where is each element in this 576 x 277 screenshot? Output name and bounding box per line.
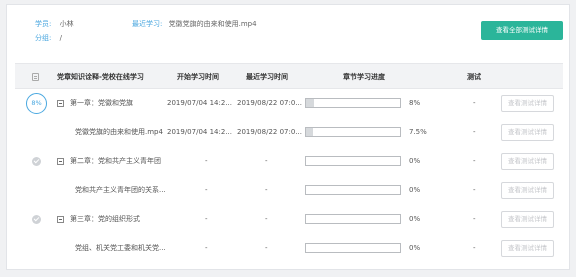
group-info: 分组: / (35, 33, 62, 43)
progress-percent: 7.5% (409, 128, 427, 136)
progress-bar (305, 98, 401, 108)
progress-bar (305, 214, 401, 224)
table-row: 第三章：党的组织形式 - - 0% - 查看测试详情 (15, 205, 563, 234)
view-test-detail-button[interactable]: 查看测试详情 (501, 240, 554, 257)
recent-time: - (265, 157, 268, 165)
collapse-toggle-icon[interactable] (57, 158, 64, 165)
progress-bar (305, 156, 401, 166)
view-test-detail-button[interactable]: 查看测试详情 (501, 124, 554, 141)
chapter-table: 党章知识诠释-党校在线学习 开始学习时间 最近学习时间 章节学习进度 测试 8%… (15, 63, 563, 263)
progress-percent: 0% (409, 215, 421, 223)
progress-fill (306, 99, 314, 107)
chapter-progress-ring: 8% (26, 93, 47, 114)
table-row: 党组、机关党工委和机关党... - - 0% - 查看测试详情 (15, 234, 563, 263)
table-row: 党徽党旗的由来和使用.mp4 2019/07/04 14:2... 2019/08/… (15, 118, 563, 147)
test-value: - (473, 215, 476, 223)
test-value: - (473, 186, 476, 194)
progress-percent: 0% (409, 186, 421, 194)
recent-study-file: 党徽党旗的由来和使用.mp4 (168, 20, 257, 28)
table-row: 第二章：党和共产主义青年团 - - 0% - 查看测试详情 (15, 147, 563, 176)
progress-bar (305, 185, 401, 195)
chapter-title[interactable]: 第二章：党和共产主义青年团 (70, 147, 161, 176)
start-time: - (205, 215, 208, 223)
document-icon (32, 73, 39, 81)
start-time: - (205, 244, 208, 252)
collapse-toggle-icon[interactable] (57, 100, 64, 107)
student-info: 学员: 小林 (35, 19, 74, 29)
progress-bar (305, 243, 401, 253)
test-value: - (473, 244, 476, 252)
recent-time: - (265, 215, 268, 223)
recent-study-info: 最近学习: 党徽党旗的由来和使用.mp4 (132, 19, 257, 29)
start-time: 2019/07/04 14:2... (167, 99, 232, 107)
progress-percent: 0% (409, 157, 421, 165)
completed-check-icon (32, 215, 41, 224)
view-test-detail-button[interactable]: 查看测试详情 (501, 211, 554, 228)
progress-percent: 0% (409, 244, 421, 252)
view-all-tests-button[interactable]: 查看全部测试详情 (481, 21, 563, 40)
view-test-detail-button[interactable]: 查看测试详情 (501, 95, 554, 112)
student-name: 小林 (59, 20, 74, 28)
column-course: 党章知识诠释-党校在线学习 (57, 73, 144, 81)
student-label: 学员: (35, 20, 52, 28)
column-test: 测试 (467, 73, 481, 81)
lesson-title[interactable]: 党和共产主义青年团的关系... (75, 176, 166, 205)
recent-time: - (265, 186, 268, 194)
column-start-time: 开始学习时间 (177, 73, 219, 81)
table-row: 8% 第一章：党徽和党旗 2019/07/04 14:2... 2019/08/22 … (15, 89, 563, 118)
recent-time: - (265, 244, 268, 252)
recent-study-label: 最近学习: (132, 20, 163, 28)
table-header: 党章知识诠释-党校在线学习 开始学习时间 最近学习时间 章节学习进度 测试 (15, 63, 563, 89)
group-value: / (59, 34, 62, 42)
lesson-title[interactable]: 党组、机关党工委和机关党... (75, 234, 166, 263)
table-body: 8% 第一章：党徽和党旗 2019/07/04 14:2... 2019/08/22 … (15, 89, 563, 263)
test-value: - (473, 128, 476, 136)
start-time: 2019/07/04 14:2... (167, 128, 232, 136)
chapter-title[interactable]: 第一章：党徽和党旗 (70, 89, 133, 118)
progress-bar (305, 127, 401, 137)
start-time: - (205, 157, 208, 165)
completed-check-icon (32, 157, 41, 166)
progress-fill (306, 128, 314, 136)
view-test-detail-button[interactable]: 查看测试详情 (501, 182, 554, 199)
progress-percent: 8% (409, 99, 421, 107)
test-value: - (473, 99, 476, 107)
test-value: - (473, 157, 476, 165)
study-progress-card: 学员: 小林 最近学习: 党徽党旗的由来和使用.mp4 分组: / 查看全部测试… (6, 4, 570, 270)
recent-time: 2019/08/22 07:0... (237, 128, 302, 136)
column-progress: 章节学习进度 (343, 73, 385, 81)
collapse-toggle-icon[interactable] (57, 216, 64, 223)
chapter-title[interactable]: 第三章：党的组织形式 (70, 205, 140, 234)
lesson-title[interactable]: 党徽党旗的由来和使用.mp4 (75, 118, 163, 147)
recent-time: 2019/08/22 07:0... (237, 99, 302, 107)
start-time: - (205, 186, 208, 194)
group-label: 分组: (35, 34, 52, 42)
column-recent-time: 最近学习时间 (246, 73, 288, 81)
table-row: 党和共产主义青年团的关系... - - 0% - 查看测试详情 (15, 176, 563, 205)
view-test-detail-button[interactable]: 查看测试详情 (501, 153, 554, 170)
